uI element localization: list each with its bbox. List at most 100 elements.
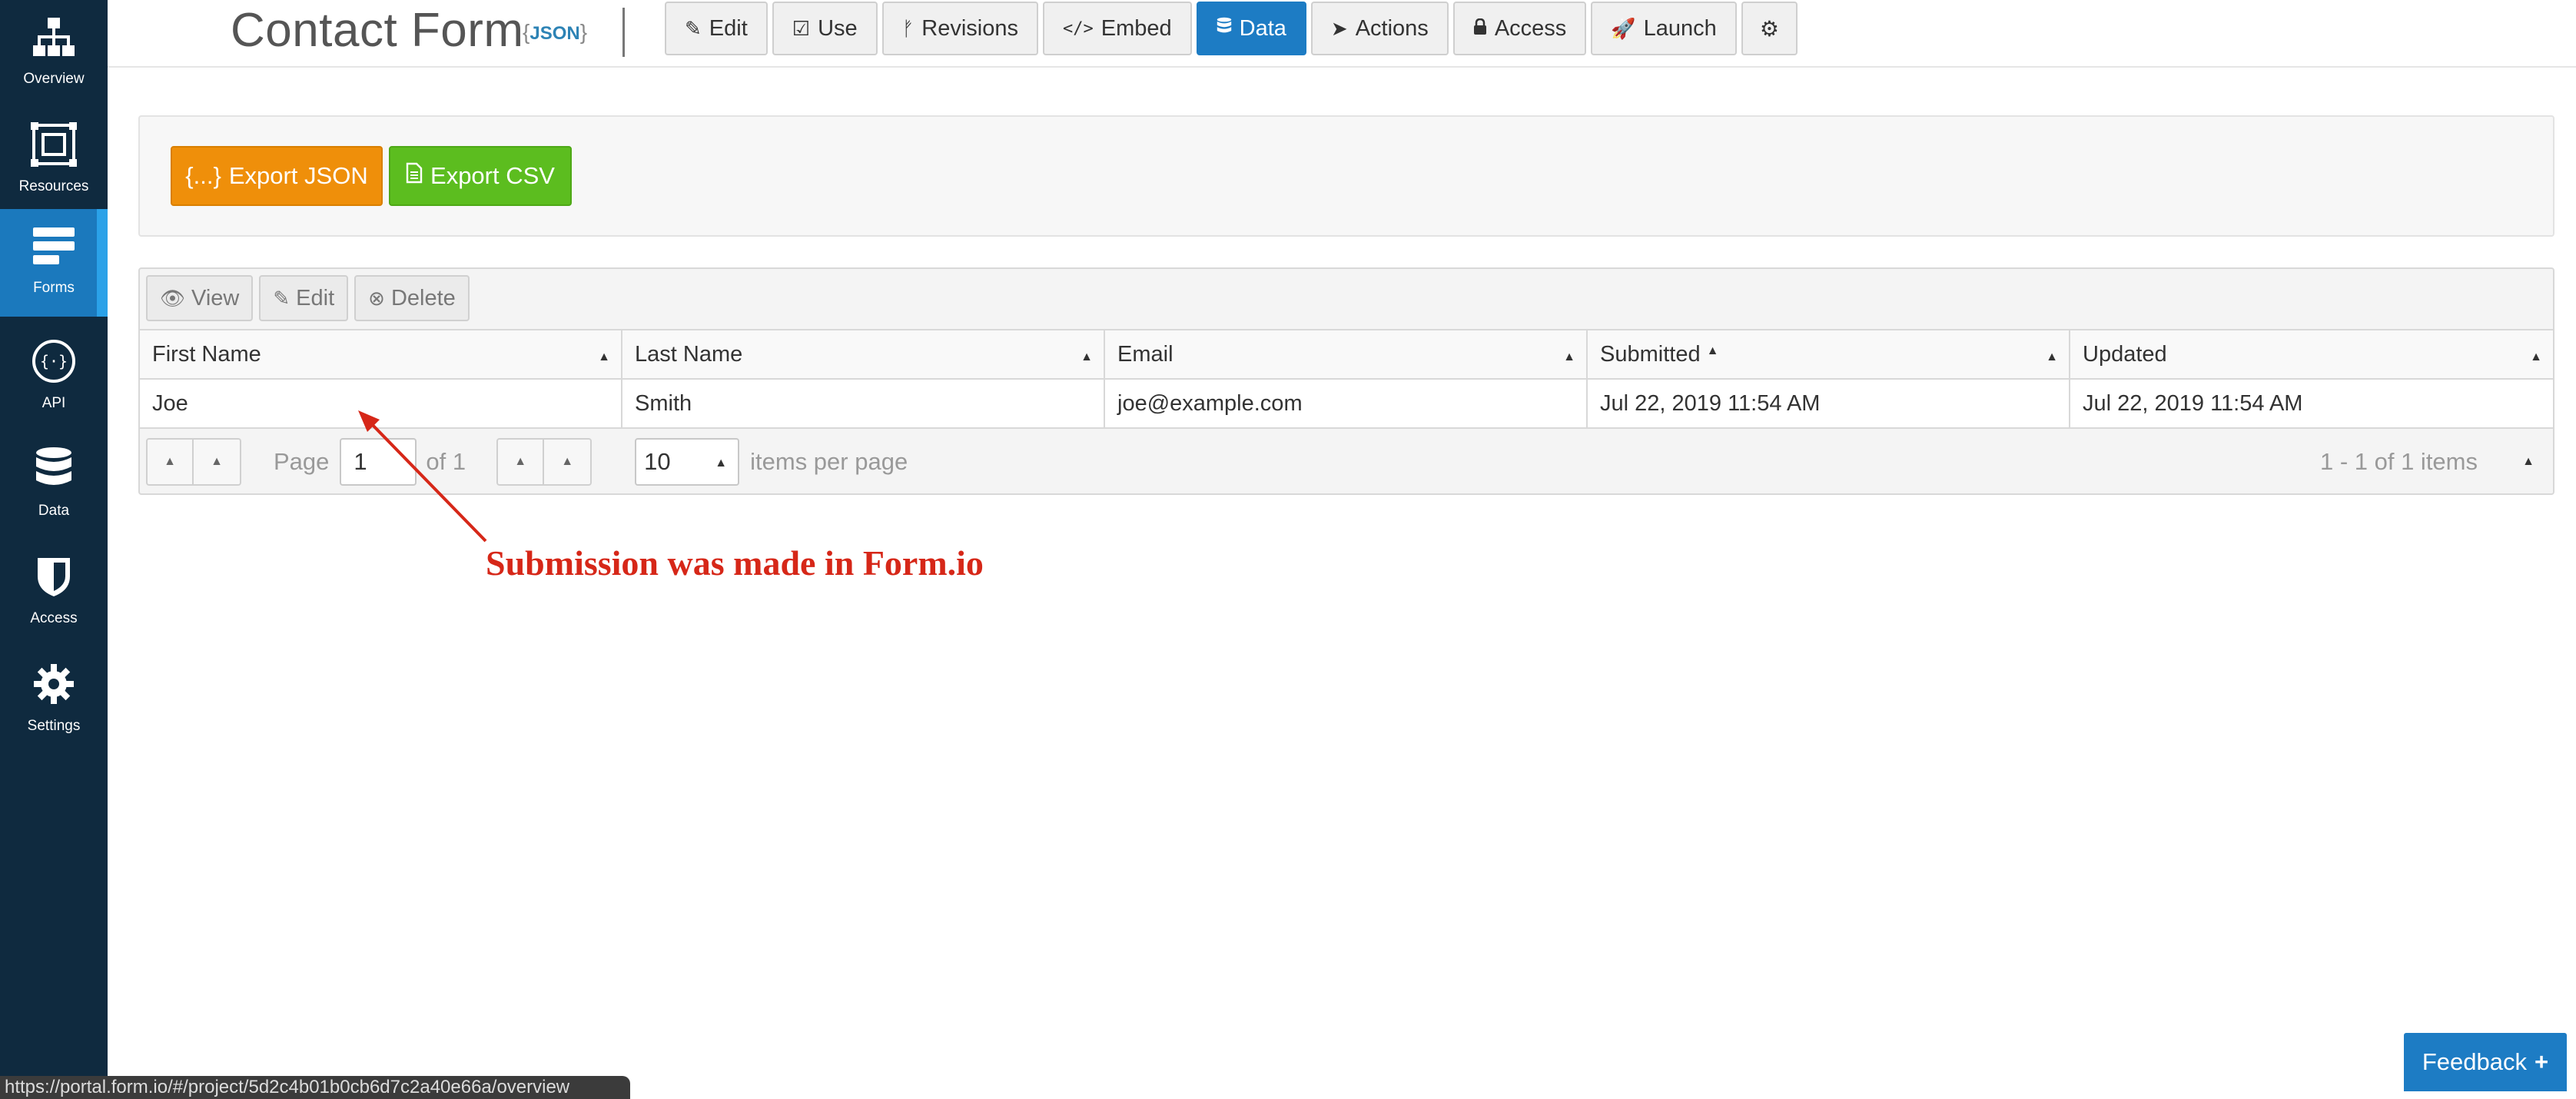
sidebar-item-label: Settings: [27, 718, 81, 734]
forms-icon: [31, 223, 77, 269]
table-header: First Name ▲ Last Name ▲ Email ▲ Submitt…: [140, 329, 2553, 380]
paper-plane-icon: ➤: [1330, 16, 1348, 40]
tab-label: Launch: [1643, 15, 1717, 41]
rocket-icon: 🚀: [1611, 16, 1636, 40]
page-size-value: 10: [644, 448, 671, 475]
title-divider: [622, 8, 625, 57]
tab-launch[interactable]: 🚀 Launch: [1591, 2, 1737, 55]
gear-icon: ⚙: [1759, 16, 1779, 41]
view-button[interactable]: 👁 View: [146, 275, 254, 321]
status-bar-url: https://portal.form.io/#/project/5d2c4b0…: [0, 1076, 630, 1099]
shield-icon: [31, 553, 77, 599]
tab-label: Data: [1239, 15, 1286, 41]
sort-icon: ▲: [1563, 350, 1575, 364]
tab-actions[interactable]: ➤ Actions: [1310, 2, 1449, 55]
caret-icon: ▲: [715, 457, 728, 470]
json-brace-open: {: [523, 20, 530, 44]
sidebar-item-api[interactable]: {·} API: [0, 324, 108, 432]
feedback-button[interactable]: Feedback +: [2404, 1033, 2567, 1091]
sidebar: Overview Resources Forms {·} API Data Ac…: [0, 0, 108, 1099]
sidebar-item-data[interactable]: Data: [0, 432, 108, 540]
column-header-email[interactable]: Email ▲: [1105, 330, 1588, 378]
page-input[interactable]: 1: [340, 438, 417, 486]
page-title: Contact Form: [231, 4, 524, 57]
last-page-button[interactable]: ▲: [544, 438, 593, 486]
check-square-icon: ☑: [792, 16, 811, 40]
resources-icon: [31, 121, 77, 168]
sidebar-item-label: Forms: [33, 280, 75, 296]
times-circle-icon: ⊗: [368, 286, 385, 310]
export-panel: {...} Export JSON Export CSV: [138, 115, 2554, 237]
edit-button[interactable]: ✎ Edit: [259, 275, 349, 321]
cell-updated: Jul 22, 2019 11:54 AM: [2083, 390, 2303, 416]
page-of-label: of 1: [426, 448, 466, 475]
tab-revisions[interactable]: ᚠ Revisions: [881, 2, 1038, 55]
api-icon: {·}: [31, 338, 77, 384]
delete-label: Delete: [390, 285, 456, 310]
next-page-button[interactable]: ▲: [496, 438, 545, 486]
tab-label: Access: [1494, 15, 1567, 41]
column-header-last-name[interactable]: Last Name ▲: [622, 330, 1105, 378]
sidebar-item-resources[interactable]: Resources: [0, 108, 108, 215]
export-json-button[interactable]: {...} Export JSON: [171, 146, 383, 206]
cell-first-name: Joe: [140, 380, 622, 427]
sidebar-item-access[interactable]: Access: [0, 540, 108, 647]
column-header-first-name[interactable]: First Name ▲: [140, 330, 622, 378]
column-label: Submitted: [1600, 341, 1701, 367]
column-label: Email: [1117, 341, 1173, 367]
database-icon: [1217, 17, 1232, 41]
json-link[interactable]: {JSON}: [523, 20, 587, 45]
sidebar-item-overview[interactable]: Overview: [0, 0, 108, 108]
edit-icon: ✎: [685, 16, 702, 40]
table-row[interactable]: Joe Smith joe@example.com Jul 22, 2019 1…: [140, 380, 2553, 429]
annotation-text: Submission was made in Form.io: [486, 543, 984, 583]
cell-email: joe@example.com: [1105, 380, 1588, 427]
sidebar-item-forms[interactable]: Forms: [0, 209, 108, 317]
tab-use[interactable]: ☑ Use: [772, 2, 878, 55]
eye-icon: 👁: [160, 286, 186, 310]
submissions-grid: 👁 View ✎ Edit ⊗ Delete First Name ▲ Last…: [138, 267, 2554, 495]
pager-refresh-icon[interactable]: ▲: [2522, 455, 2535, 469]
first-page-button[interactable]: ▲: [146, 438, 194, 486]
tab-edit[interactable]: ✎ Edit: [665, 2, 768, 55]
sidebar-item-label: Data: [38, 503, 70, 519]
submissions-table: First Name ▲ Last Name ▲ Email ▲ Submitt…: [140, 329, 2553, 429]
prev-page-button[interactable]: ▲: [194, 438, 241, 486]
column-label: First Name: [152, 341, 261, 367]
page-label: Page: [274, 448, 330, 475]
branch-icon: ᚠ: [901, 16, 915, 40]
sort-icon: ▲: [2046, 350, 2058, 364]
column-header-updated[interactable]: Updated ▲: [2070, 330, 2553, 378]
svg-text:{·}: {·}: [40, 352, 68, 370]
sort-icon: ▲: [2530, 350, 2542, 364]
pager-first-prev: ▲ ▲: [146, 438, 241, 486]
sidebar-item-label: API: [41, 395, 66, 411]
delete-button[interactable]: ⊗ Delete: [354, 275, 470, 321]
column-label: Last Name: [635, 341, 743, 367]
cell-submitted: Jul 22, 2019 11:54 AM: [1588, 380, 2070, 427]
pager: ▲ ▲ Page 1 of 1 ▲ ▲ 10 ▲ items per page …: [140, 430, 2553, 493]
plus-icon: +: [2535, 1048, 2549, 1075]
lock-icon: [1473, 17, 1487, 41]
sort-icon: ▲: [1081, 350, 1093, 364]
database-icon: [31, 446, 77, 492]
view-label: View: [191, 285, 240, 310]
tab-label: Edit: [709, 15, 748, 41]
tab-settings[interactable]: ⚙: [1741, 2, 1798, 55]
tab-access[interactable]: Access: [1452, 2, 1587, 55]
sort-asc-icon: ▲: [1706, 344, 1719, 357]
tab-label: Use: [818, 15, 858, 41]
file-text-icon: [406, 162, 423, 190]
edit-icon: ✎: [273, 286, 290, 310]
grid-toolbar: 👁 View ✎ Edit ⊗ Delete: [146, 275, 476, 324]
gear-icon: [31, 661, 77, 707]
export-csv-button[interactable]: Export CSV: [389, 146, 572, 206]
tab-label: Actions: [1355, 15, 1429, 41]
tab-embed[interactable]: </> Embed: [1043, 2, 1192, 55]
code-icon: </>: [1063, 18, 1094, 38]
page-header: Contact Form {JSON} ✎ Edit ☑ Use ᚠ Revis…: [108, 0, 2576, 68]
page-size-select[interactable]: 10 ▲: [635, 438, 740, 486]
sidebar-item-settings[interactable]: Settings: [0, 647, 108, 755]
tab-data[interactable]: Data: [1196, 2, 1306, 55]
column-header-submitted[interactable]: Submitted ▲ ▲: [1588, 330, 2070, 378]
